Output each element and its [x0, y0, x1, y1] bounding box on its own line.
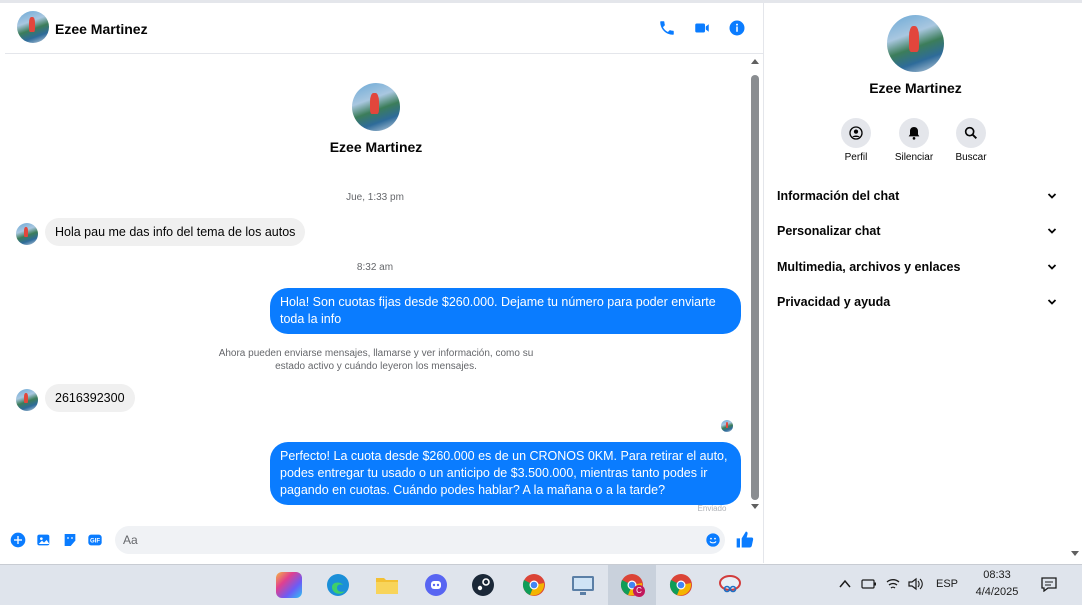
incoming-message[interactable]: Hola pau me das info del tema de los aut… — [45, 218, 306, 246]
clock-date[interactable]: 4/4/2025 — [968, 586, 1026, 598]
header-avatar[interactable] — [17, 11, 49, 43]
profile-icon — [849, 126, 863, 140]
file-explorer-icon[interactable] — [374, 572, 400, 598]
gif-icon[interactable]: GIF — [87, 532, 103, 548]
timestamp: 8:32 am — [356, 262, 394, 273]
header-contact-name[interactable]: Ezee Martinez — [55, 21, 148, 37]
video-call-icon[interactable] — [693, 19, 711, 37]
snip-logo — [719, 575, 741, 593]
conversation-profile-name[interactable]: Ezee Martinez — [285, 139, 467, 155]
chrome-icon[interactable] — [521, 572, 547, 598]
chevron-down-icon — [1047, 264, 1057, 270]
search-icon — [964, 126, 977, 139]
wifi-icon[interactable] — [886, 577, 900, 591]
steam-icon[interactable] — [470, 572, 496, 598]
edge-icon[interactable] — [325, 572, 351, 598]
add-icon[interactable] — [10, 532, 26, 548]
search-action-circle — [956, 118, 986, 148]
mute-action[interactable]: Silenciar — [884, 118, 944, 163]
snipping-tool-icon[interactable] — [717, 572, 743, 598]
message-avatar — [16, 389, 38, 411]
svg-text:GIF: GIF — [90, 539, 100, 545]
info-icon[interactable] — [728, 19, 746, 37]
section-privacy-help[interactable]: Privacidad y ayuda — [777, 290, 1057, 314]
profile-action-circle — [841, 118, 871, 148]
volume-icon[interactable] — [907, 577, 923, 591]
show-hidden-icons-icon[interactable] — [839, 579, 851, 589]
timestamp: Jue, 1:33 pm — [346, 192, 404, 203]
sticker-icon[interactable] — [62, 532, 78, 548]
chevron-down-icon — [1047, 193, 1057, 199]
profile-action-label: Perfil — [844, 152, 868, 163]
discord-logo — [425, 574, 447, 596]
section-chat-info[interactable]: Información del chat — [777, 184, 1057, 208]
battery-icon[interactable] — [861, 578, 877, 590]
scroll-down-arrow[interactable] — [750, 503, 760, 511]
section-customize-chat-label: Personalizar chat — [777, 224, 881, 238]
emoji-icon[interactable] — [705, 532, 721, 548]
chevron-down-icon — [1047, 228, 1057, 234]
chat-header: Ezee Martinez — [5, 3, 763, 54]
remote-desktop-icon[interactable] — [570, 572, 596, 598]
sent-status: Enviado — [697, 504, 727, 513]
chrome-logo — [669, 574, 692, 596]
windows-taskbar: C ESP 08:33 4/4/2025 — [0, 564, 1082, 605]
copilot-icon[interactable] — [276, 572, 302, 598]
privacy-notice: Ahora pueden enviarse mensajes, llamarse… — [218, 348, 534, 372]
section-media-files-label: Multimedia, archivos y enlaces — [777, 260, 961, 274]
like-icon[interactable] — [735, 530, 755, 550]
chrome-profile-icon[interactable]: C — [619, 572, 645, 598]
message-avatar — [16, 223, 38, 245]
bell-icon — [908, 127, 920, 140]
scroll-up-arrow[interactable] — [750, 57, 760, 65]
notifications-icon[interactable] — [1040, 576, 1058, 592]
chat-details-sidebar: Ezee Martinez Perfil Silenciar Buscar In… — [764, 3, 1069, 563]
outgoing-message[interactable]: Hola! Son cuotas fijas desde $260.000. D… — [270, 288, 741, 334]
scrollbar-thumb[interactable] — [751, 75, 759, 500]
sidebar-avatar[interactable] — [887, 15, 944, 72]
search-action[interactable]: Buscar — [941, 118, 1001, 163]
page-scroll-down-arrow[interactable] — [1070, 550, 1080, 558]
incoming-message[interactable]: 2616392300 — [45, 384, 135, 412]
chrome-logo — [522, 574, 545, 596]
section-privacy-help-label: Privacidad y ayuda — [777, 295, 891, 309]
chrome-profile-badge: C — [633, 585, 645, 597]
input-language[interactable]: ESP — [936, 578, 958, 590]
profile-action[interactable]: Perfil — [826, 118, 886, 163]
monitor-logo — [572, 576, 594, 595]
discord-icon[interactable] — [423, 572, 449, 598]
section-customize-chat[interactable]: Personalizar chat — [777, 219, 1057, 243]
section-media-files[interactable]: Multimedia, archivos y enlaces — [777, 255, 1057, 279]
edge-logo — [327, 574, 349, 596]
message-input[interactable]: Aa — [115, 526, 725, 554]
clock-time[interactable]: 08:33 — [974, 569, 1020, 581]
message-input-placeholder: Aa — [123, 533, 138, 547]
chat-panel: Ezee Martinez Ezee Martinez Jue, 1:33 pm… — [5, 3, 764, 563]
chrome-secondary-icon[interactable] — [668, 572, 694, 598]
mute-action-label: Silenciar — [894, 152, 934, 163]
search-action-label: Buscar — [955, 152, 987, 163]
phone-icon[interactable] — [658, 19, 676, 37]
section-chat-info-label: Información del chat — [777, 189, 900, 203]
outgoing-message[interactable]: Perfecto! La cuota desde $260.000 es de … — [270, 442, 741, 505]
steam-logo — [472, 574, 494, 596]
chevron-down-icon — [1047, 299, 1057, 305]
sidebar-contact-name[interactable]: Ezee Martinez — [814, 80, 1017, 96]
folder-logo — [376, 578, 398, 594]
conversation-profile-avatar[interactable] — [352, 83, 400, 131]
mute-action-circle — [899, 118, 929, 148]
photo-icon[interactable] — [36, 532, 52, 548]
read-receipt-avatar — [721, 420, 733, 432]
